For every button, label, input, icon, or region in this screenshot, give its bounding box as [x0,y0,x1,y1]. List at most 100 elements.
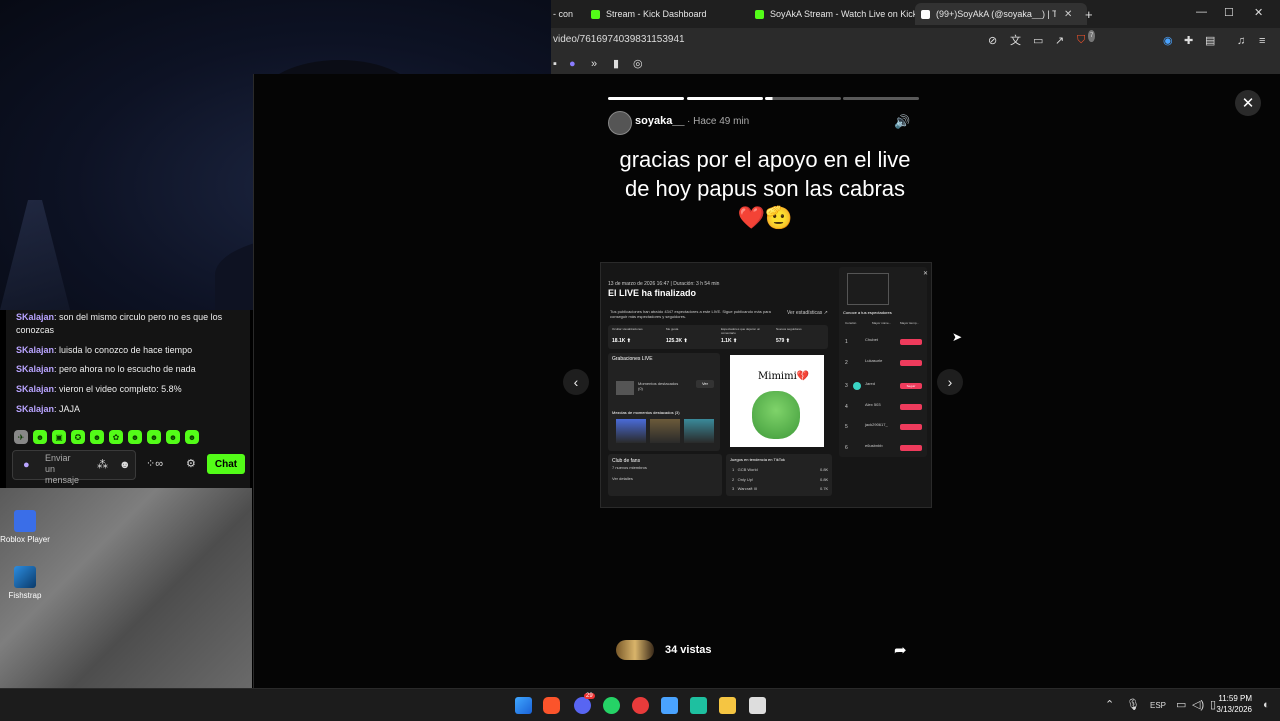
stat-label: Me gusta [666,327,679,331]
new-tab-button[interactable]: + [1085,3,1093,25]
emote-icon[interactable]: ✈ [14,430,28,444]
users-icon[interactable]: ⁘∞ [146,458,163,470]
close-icon[interactable]: ✕ [923,270,928,277]
no-camera-icon[interactable]: ⊘ [988,35,997,47]
tab-kick-stream[interactable]: SoyAkA Stream - Watch Live on Kick [755,3,915,25]
viewer-name: jack290617_ [865,422,888,427]
mic-icon[interactable]: ● [23,459,30,471]
follow-button[interactable] [900,445,922,451]
menu-icon[interactable]: ≡ [1259,35,1265,47]
emote-icon[interactable]: ☻ [128,430,142,444]
story-progress-segment [765,97,841,100]
desktop-icon-roblox[interactable]: Roblox Player [0,510,55,544]
chat-username[interactable]: SKalajan [16,345,54,355]
stat-value: 125.3K ⬆ [666,338,688,344]
viewer-name: Jared [865,381,876,386]
tab-tiktok[interactable]: (99+)SoyAkA (@soyaka__) | TikT ✕ [915,3,1087,25]
emote-icon[interactable]: ☻ [166,430,180,444]
stats-link[interactable]: Ver estadísticas ↗ [787,310,828,316]
avatar[interactable] [608,111,632,135]
follow-button[interactable]: Seguir [900,383,922,389]
viewer-tab[interactable]: Mayor tiemp... [900,321,919,325]
viewer-rank: 2 [845,360,848,366]
viewer-rank: 4 [845,404,848,410]
close-window-icon[interactable]: ✕ [1254,6,1263,19]
translate-icon[interactable]: 文 [1010,35,1021,47]
bookmark-icon[interactable]: ● [569,58,576,70]
sidebar-icon[interactable]: ▤ [1205,35,1215,47]
clock-time[interactable]: 11:59 PM [1212,694,1252,703]
follow-button[interactable] [900,360,922,366]
emote-icon[interactable]: ☻ [147,430,161,444]
view-count[interactable]: 34 vistas [665,644,711,656]
chatgpt-icon[interactable] [690,697,707,714]
volume-icon[interactable]: ◁) [1192,699,1204,711]
chat-username[interactable]: SKalajan [16,384,54,394]
emoji-icon[interactable]: ☻ [119,459,131,471]
follow-button[interactable] [900,339,922,345]
notification-icon[interactable]: ◐ [1263,699,1270,711]
follow-button[interactable] [900,424,922,430]
green-cat-sticker [752,391,800,439]
volume-icon[interactable]: 🔊 [894,114,910,130]
emote-icon[interactable]: ✿ [109,430,123,444]
send-chat-button[interactable]: Chat [207,454,245,474]
close-viewer-button[interactable]: ✕ [1235,90,1261,116]
viewer-rank: 1 [845,339,848,345]
bookmark-icon[interactable]: » [591,58,597,70]
notepad-icon[interactable] [661,697,678,714]
emote-icon[interactable]: ☻ [90,430,104,444]
windows-start-icon[interactable] [515,697,532,714]
url-field[interactable]: video/7616974039831153941 [553,34,685,45]
viewer-tab[interactable]: Corazón [845,321,856,325]
share-icon[interactable]: ↗ [1055,35,1064,47]
extensions-icon[interactable]: ✚ [1184,35,1193,47]
desktop-icon-fishstrap[interactable]: Fishstrap [0,566,55,600]
view-button[interactable]: Ver [696,380,714,388]
bookmark-icon[interactable]: ▮ [613,58,619,70]
app-icon[interactable] [749,697,766,714]
brave-icon[interactable] [543,697,560,714]
mic-icon[interactable]: 🎙 [1126,699,1140,711]
bookmark-icon[interactable]: ▪ [553,58,557,70]
chat-input[interactable]: ● Enviar un mensaje ⁂ ☻ [12,450,136,485]
tab-partial[interactable]: - con [553,3,581,25]
fan-club-link[interactable]: Ver detalles [612,476,633,481]
bookmark-icon[interactable]: ◎ [633,58,643,70]
next-story-button[interactable]: › [937,369,963,395]
share-icon[interactable]: ➦ [894,641,907,659]
story-username[interactable]: soyaka__ [635,115,685,127]
chat-username[interactable]: SKalajan [16,364,54,374]
chat-username[interactable]: SKalajan [16,404,54,414]
trending-card: Juegos en tendencia en TikTok 1 GCB Worl… [726,454,832,496]
story-image: 13 de marzo de 2026 16:47 | Duración: 3 … [600,262,932,508]
emote-icon[interactable]: ☻ [185,430,199,444]
discord-icon[interactable] [574,697,591,714]
viewer-avatars[interactable] [616,640,654,660]
brave-shield-icon[interactable]: ⛉ [1077,34,1085,46]
network-icon[interactable]: ▭ [1176,699,1186,711]
minimize-icon[interactable]: — [1196,6,1207,18]
language-indicator[interactable]: ESP [1150,700,1166,712]
clock-date[interactable]: 3/13/2026 [1212,705,1252,714]
maximize-icon[interactable]: ☐ [1224,6,1234,19]
mix-thumb [650,419,680,443]
file-explorer-icon[interactable] [719,697,736,714]
prev-story-button[interactable]: ‹ [563,369,589,395]
tab-kick-dashboard[interactable]: Stream - Kick Dashboard [591,3,741,25]
emote-picker-icon[interactable]: ⁂ [97,459,108,471]
gear-icon[interactable]: ⚙ [186,458,196,470]
music-icon[interactable]: ♫ [1237,35,1245,47]
emote-icon[interactable]: ▣ [52,430,66,444]
media-player-icon[interactable] [632,697,649,714]
chevron-up-icon[interactable]: ⌃ [1105,699,1114,711]
cast-icon[interactable]: ▭ [1033,35,1043,47]
close-tab-icon[interactable]: ✕ [1064,9,1072,20]
viewer-tab[interactable]: Mayor núme... [872,321,891,325]
whatsapp-icon[interactable] [603,697,620,714]
chat-username[interactable]: SKalajan [16,312,54,322]
emote-icon[interactable]: ✪ [71,430,85,444]
audio-icon[interactable]: ◉ [1163,35,1173,47]
follow-button[interactable] [900,404,922,410]
emote-icon[interactable]: ☻ [33,430,47,444]
